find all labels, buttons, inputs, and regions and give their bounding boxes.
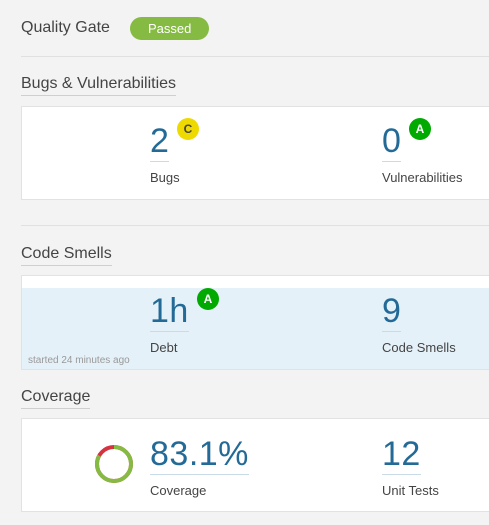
debt-label: Debt	[150, 340, 178, 355]
debt-metric[interactable]: 1h Debt	[150, 291, 189, 356]
code-smells-value[interactable]: 9	[382, 291, 402, 332]
unit-tests-value[interactable]: 12	[382, 434, 421, 475]
unit-tests-metric[interactable]: 12 Unit Tests	[382, 434, 439, 499]
bugs-vulnerabilities-panel: 2 Bugs C 0 Vulnerabilities A	[21, 106, 489, 200]
coverage-panel: 83.1% Coverage 12 Unit Tests	[21, 418, 489, 512]
vulnerabilities-label: Vulnerabilities	[382, 170, 463, 185]
vulnerabilities-value[interactable]: 0	[382, 121, 402, 162]
coverage-donut-chart[interactable]	[94, 444, 134, 484]
coverage-label: Coverage	[150, 483, 207, 498]
divider	[21, 225, 489, 226]
debt-value[interactable]: 1h	[150, 291, 189, 332]
divider	[21, 56, 489, 57]
code-smells-metric[interactable]: 9 Code Smells	[382, 291, 456, 356]
bugs-metric[interactable]: 2 Bugs	[150, 121, 180, 186]
analysis-started-text: started 24 minutes ago	[28, 355, 130, 366]
coverage-value[interactable]: 83.1%	[150, 434, 249, 475]
bugs-value[interactable]: 2	[150, 121, 170, 162]
debt-rating-badge[interactable]: A	[197, 288, 219, 310]
coverage-metric[interactable]: 83.1% Coverage	[150, 434, 249, 499]
code-smells-label: Code Smells	[382, 340, 456, 355]
section-title-coverage[interactable]: Coverage	[21, 388, 91, 409]
code-smells-panel: 1h Debt A 9 Code Smells started 24 minut…	[21, 275, 489, 370]
bugs-label: Bugs	[150, 170, 180, 185]
quality-gate-header: Quality Gate Passed	[21, 14, 210, 42]
bugs-rating-badge[interactable]: C	[177, 118, 199, 140]
section-title-bugs-vulnerabilities[interactable]: Bugs & Vulnerabilities	[21, 75, 177, 96]
unit-tests-label: Unit Tests	[382, 483, 439, 498]
vulnerabilities-rating-badge[interactable]: A	[409, 118, 431, 140]
section-title-code-smells[interactable]: Code Smells	[21, 245, 112, 266]
quality-gate-title: Quality Gate	[21, 19, 110, 36]
quality-gate-status-badge: Passed	[129, 16, 210, 40]
